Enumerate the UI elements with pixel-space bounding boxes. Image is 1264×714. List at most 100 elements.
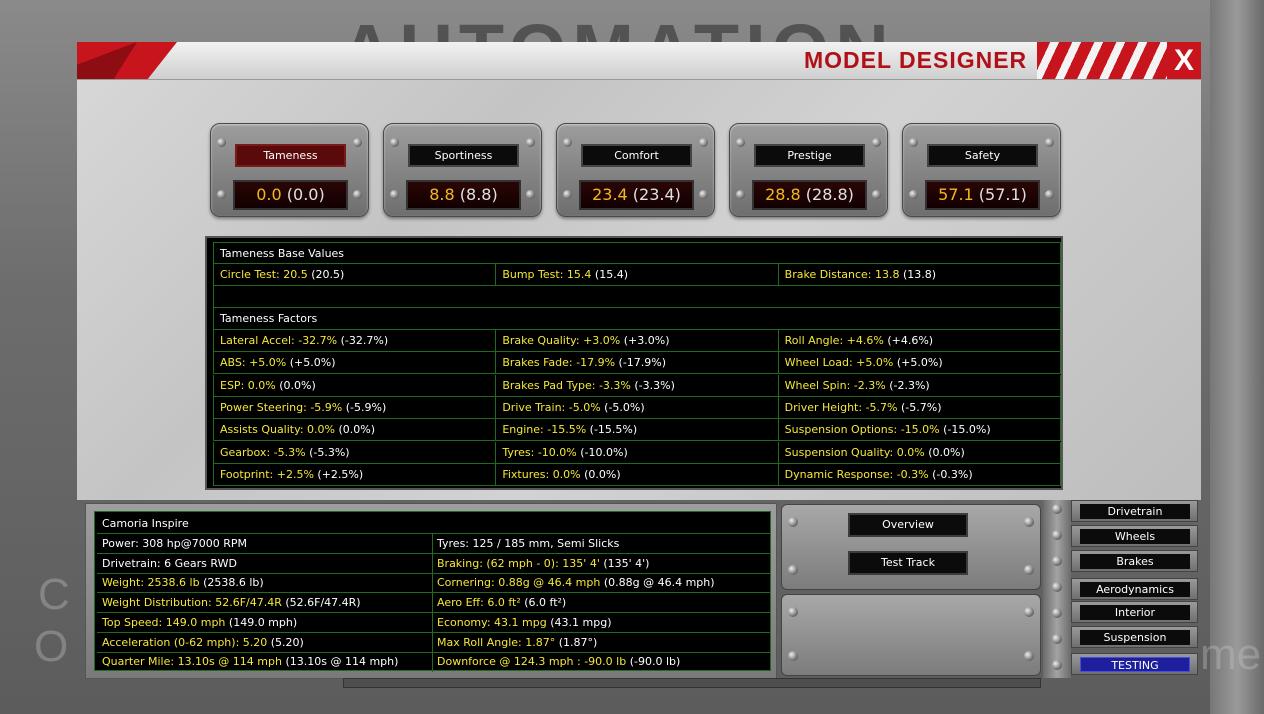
car-stat-paren: (2538.6 lb)	[203, 576, 264, 590]
background-text-left-2: O	[34, 622, 69, 671]
table-cell: ESP: 0.0% (0.0%)	[214, 374, 497, 396]
stat-label: Dynamic Response: -0.3%	[784, 467, 929, 481]
stat-paren: (15.4)	[594, 268, 628, 281]
stat-paren: (-2.3%)	[889, 378, 930, 392]
table-cell: Wheel Load: +5.0% (+5.0%)	[779, 352, 1060, 373]
gauge-value-box: 0.0 (0.0)	[233, 180, 348, 210]
stat-paren: (-5.0%)	[604, 400, 645, 414]
stat-paren: (+4.6%)	[887, 334, 934, 347]
bolt-icon	[872, 138, 881, 147]
table-cell: Engine: -15.5% (-15.5%)	[496, 419, 779, 441]
stat-paren: (0.0%)	[338, 423, 375, 437]
car-stat-paren: (0.88g @ 46.4 mph)	[603, 576, 715, 590]
nav-label: Brakes	[1080, 554, 1190, 569]
nav-label: Interior	[1080, 605, 1190, 620]
table-cell: Brakes Pad Type: -3.3% (-3.3%)	[496, 374, 779, 396]
bolt-icon	[1052, 660, 1062, 670]
stat-label: Brake Quality: +3.0%	[502, 334, 621, 347]
car-stat-paren: (1.87°)	[558, 635, 598, 649]
bolt-icon	[526, 190, 535, 199]
nav-drivetrain[interactable]: Drivetrain	[1071, 500, 1198, 522]
table-cell: Drive Train: -5.0% (-5.0%)	[496, 396, 779, 418]
nav-wheels[interactable]: Wheels	[1071, 525, 1198, 547]
table-row: Footprint: +2.5% (+2.5%) Fixtures: 0.0% (…	[213, 463, 1061, 486]
car-stat-paren: (5.20)	[270, 635, 304, 649]
car-stat-row: Weight Distribution: 52.6F/47.4R (52.6F/…	[97, 593, 770, 614]
section-title: Tameness Base Values	[220, 247, 345, 260]
table-cell: Fixtures: 0.0% (0.0%)	[496, 463, 779, 485]
car-stat-label: Top Speed: 149.0 mph	[102, 615, 226, 629]
bolt-icon	[909, 190, 918, 199]
car-stat-label: Braking: (62 mph - 0): 135' 4'	[437, 556, 600, 570]
bolt-icon	[1052, 504, 1062, 514]
stat-paren: (13.8)	[903, 268, 937, 281]
table-cell: Footprint: +2.5% (+2.5%)	[214, 463, 497, 485]
table-cell: Power Steering: -5.9% (-5.9%)	[214, 396, 497, 418]
bolt-icon	[872, 190, 881, 199]
stat-label: Assists Quality: 0.0%	[220, 423, 335, 437]
car-stat-cell: Power: 308 hp@7000 RPM	[97, 534, 433, 553]
stat-paren: (0.0%)	[279, 378, 316, 392]
stat-label: Wheel Spin: -2.3%	[784, 378, 886, 392]
gauge-value: 23.4	[592, 185, 628, 204]
nav-testing[interactable]: TESTING	[1071, 653, 1198, 675]
bolt-icon	[1024, 651, 1034, 661]
gauge-safety[interactable]: Safety 57.1 (57.1)	[902, 123, 1061, 217]
bolt-icon	[563, 190, 572, 199]
stat-label: Suspension Options: -15.0%	[784, 423, 940, 437]
table-cell: Driver Height: -5.7% (-5.7%)	[779, 397, 1060, 418]
nav-label: Drivetrain	[1080, 504, 1190, 519]
bolt-icon	[788, 607, 798, 617]
car-stat-label: Acceleration (0-62 mph): 5.20	[102, 635, 268, 649]
car-stat-paren: (43.1 mpg)	[550, 615, 612, 629]
car-stat-cell: Downforce @ 124.3 mph : -90.0 lb (-90.0 …	[433, 652, 770, 672]
bolt-icon	[217, 190, 226, 199]
stat-label: Driver Height: -5.7%	[784, 400, 898, 414]
stat-label: Gearbox: -5.3%	[220, 445, 306, 459]
nav-brakes[interactable]: Brakes	[1071, 550, 1198, 572]
gauge-tameness[interactable]: Tameness 0.0 (0.0)	[210, 123, 369, 217]
car-stat-row: Power: 308 hp@7000 RPM Tyres: 125 / 185 m…	[97, 534, 770, 554]
table-row: Power Steering: -5.9% (-5.9%) Drive Train…	[213, 396, 1061, 419]
stat-label: Lateral Accel: -32.7%	[220, 334, 338, 347]
stat-label: Engine: -15.5%	[502, 423, 587, 437]
close-button[interactable]: X	[1167, 42, 1201, 79]
gauge-sportiness[interactable]: Sportiness 8.8 (8.8)	[383, 123, 542, 217]
stat-label: Roll Angle: +4.6%	[784, 334, 884, 347]
table-cell: Circle Test: 20.5 (20.5)	[214, 264, 497, 285]
stat-label: Brakes Pad Type: -3.3%	[502, 378, 631, 392]
tameness-stats-table: Tameness Base Values Circle Test: 20.5 (…	[205, 236, 1063, 490]
nav-suspension[interactable]: Suspension	[1071, 626, 1198, 648]
gauge-value-paren: (8.8)	[459, 185, 498, 204]
stat-paren: (-15.0%)	[943, 423, 991, 437]
gauge-value-box: 8.8 (8.8)	[406, 180, 521, 210]
gauge-value-paren: (0.0)	[286, 185, 325, 204]
car-stat-paren: (13.10s @ 114 mph)	[285, 655, 399, 669]
table-cell: Tyres: -10.0% (-10.0%)	[496, 441, 779, 463]
car-stat-row: Weight: 2538.6 lb (2538.6 lb) Cornering: …	[97, 573, 770, 594]
stat-label: Drive Train: -5.0%	[502, 400, 601, 414]
gauge-comfort[interactable]: Comfort 23.4 (23.4)	[556, 123, 715, 217]
stat-label: Suspension Quality: 0.0%	[784, 445, 925, 459]
stat-paren: (+5.0%)	[289, 356, 336, 370]
gauge-value: 28.8	[765, 185, 801, 204]
overview-button[interactable]: Overview	[848, 513, 968, 537]
stat-paren: (20.5)	[311, 268, 345, 281]
car-stat-cell: Tyres: 125 / 185 mm, Semi Slicks	[433, 534, 770, 553]
car-stat-label: Tyres: 125 / 185 mm, Semi Slicks	[437, 537, 620, 550]
car-stat-row: Top Speed: 149.0 mph (149.0 mph) Economy:…	[97, 612, 770, 633]
stat-paren: (+2.5%)	[317, 467, 364, 481]
gauge-value-paren: (28.8)	[805, 185, 854, 204]
nav-label: Wheels	[1080, 529, 1190, 544]
nav-aerodynamics[interactable]: Aerodynamics	[1071, 578, 1198, 600]
gauge-value: 0.0	[256, 185, 282, 204]
nav-interior[interactable]: Interior	[1071, 601, 1198, 623]
gauge-prestige[interactable]: Prestige 28.8 (28.8)	[729, 123, 888, 217]
empty-plate	[781, 594, 1041, 676]
table-cell: Dynamic Response: -0.3% (-0.3%)	[779, 464, 1060, 485]
test-track-button[interactable]: Test Track	[848, 551, 968, 575]
table-row: ESP: 0.0% (0.0%) Brakes Pad Type: -3.3% (…	[213, 374, 1061, 397]
empty-row	[213, 286, 1061, 308]
bolt-icon	[1024, 517, 1034, 527]
stat-label: Circle Test: 20.5	[220, 268, 308, 281]
